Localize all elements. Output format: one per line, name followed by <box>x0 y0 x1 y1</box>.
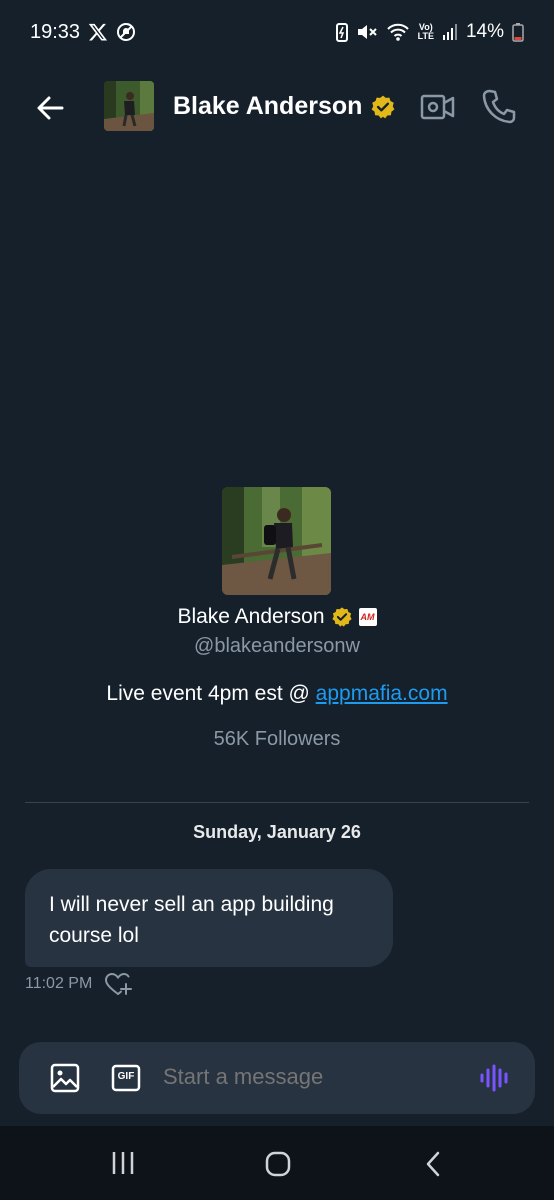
wifi-icon <box>386 22 410 42</box>
status-bar: 19:33 Vo) LTE 14% <box>0 0 554 64</box>
signal-icon <box>442 23 458 41</box>
voice-message-icon <box>480 1064 508 1092</box>
status-time: 19:33 <box>30 20 81 43</box>
add-image-button[interactable] <box>49 1063 81 1093</box>
do-not-disturb-icon <box>116 22 136 42</box>
header-avatar[interactable] <box>104 81 154 131</box>
system-nav-bar <box>0 1126 554 1200</box>
phone-call-button[interactable] <box>482 88 516 124</box>
mute-icon <box>356 22 378 42</box>
voice-message-button[interactable] <box>479 1064 511 1092</box>
add-reaction-button[interactable] <box>104 972 132 998</box>
volte-icon: Vo) LTE <box>418 23 434 41</box>
profile-name: Blake Anderson <box>177 605 325 628</box>
verified-badge-icon <box>372 95 395 118</box>
affiliate-badge-icon: AM <box>358 608 377 626</box>
image-icon <box>50 1063 80 1093</box>
phone-icon <box>482 89 516 124</box>
status-left: 19:33 <box>30 21 136 44</box>
battery-icon <box>512 22 524 42</box>
profile-avatar[interactable] <box>222 487 331 595</box>
verified-badge-icon <box>331 607 352 627</box>
battery-percent: 14% <box>465 21 504 42</box>
home-button[interactable] <box>264 1150 292 1178</box>
message-timestamp: 11:02 PM <box>25 975 93 992</box>
recents-button[interactable] <box>109 1150 137 1176</box>
date-separator: Sunday, January 26 <box>193 822 361 842</box>
profile-handle: @blakeandersonw <box>194 635 360 657</box>
nav-back-icon <box>426 1151 440 1177</box>
recents-icon <box>112 1152 134 1174</box>
header-title[interactable]: Blake Anderson <box>173 92 396 121</box>
nav-back-button[interactable] <box>423 1150 443 1178</box>
back-button[interactable] <box>32 90 68 126</box>
bio-link[interactable]: appmafia.com <box>316 682 448 705</box>
message-composer: GIF <box>19 1042 535 1114</box>
battery-saver-icon <box>335 22 348 42</box>
followers-count[interactable]: 56K Followers <box>0 728 554 751</box>
x-logo-icon <box>88 22 108 42</box>
status-right: Vo) LTE 14% <box>335 21 524 43</box>
back-arrow-icon <box>37 96 64 120</box>
gif-button[interactable]: GIF <box>111 1063 141 1093</box>
profile-name-row: Blake Anderson AM <box>0 605 554 629</box>
volte-label-bottom: LTE <box>417 31 434 41</box>
avatar-photo <box>104 81 154 131</box>
message-bubble[interactable]: I will never sell an app building course… <box>25 869 393 967</box>
conversation-header: Blake Anderson <box>0 72 554 142</box>
profile-bio: Live event 4pm est @ appmafia.com <box>0 682 554 706</box>
profile-photo <box>222 487 331 595</box>
bio-text: Live event 4pm est @ <box>106 682 316 705</box>
divider <box>25 802 529 803</box>
heart-plus-icon <box>104 972 132 995</box>
video-call-button[interactable] <box>420 92 456 122</box>
message-input[interactable] <box>163 1064 443 1090</box>
contact-name: Blake Anderson <box>173 92 363 120</box>
video-call-icon <box>420 94 455 120</box>
affiliate-badge-label: AM <box>360 612 375 622</box>
gif-label: GIF <box>117 1071 135 1082</box>
home-icon <box>265 1151 291 1177</box>
